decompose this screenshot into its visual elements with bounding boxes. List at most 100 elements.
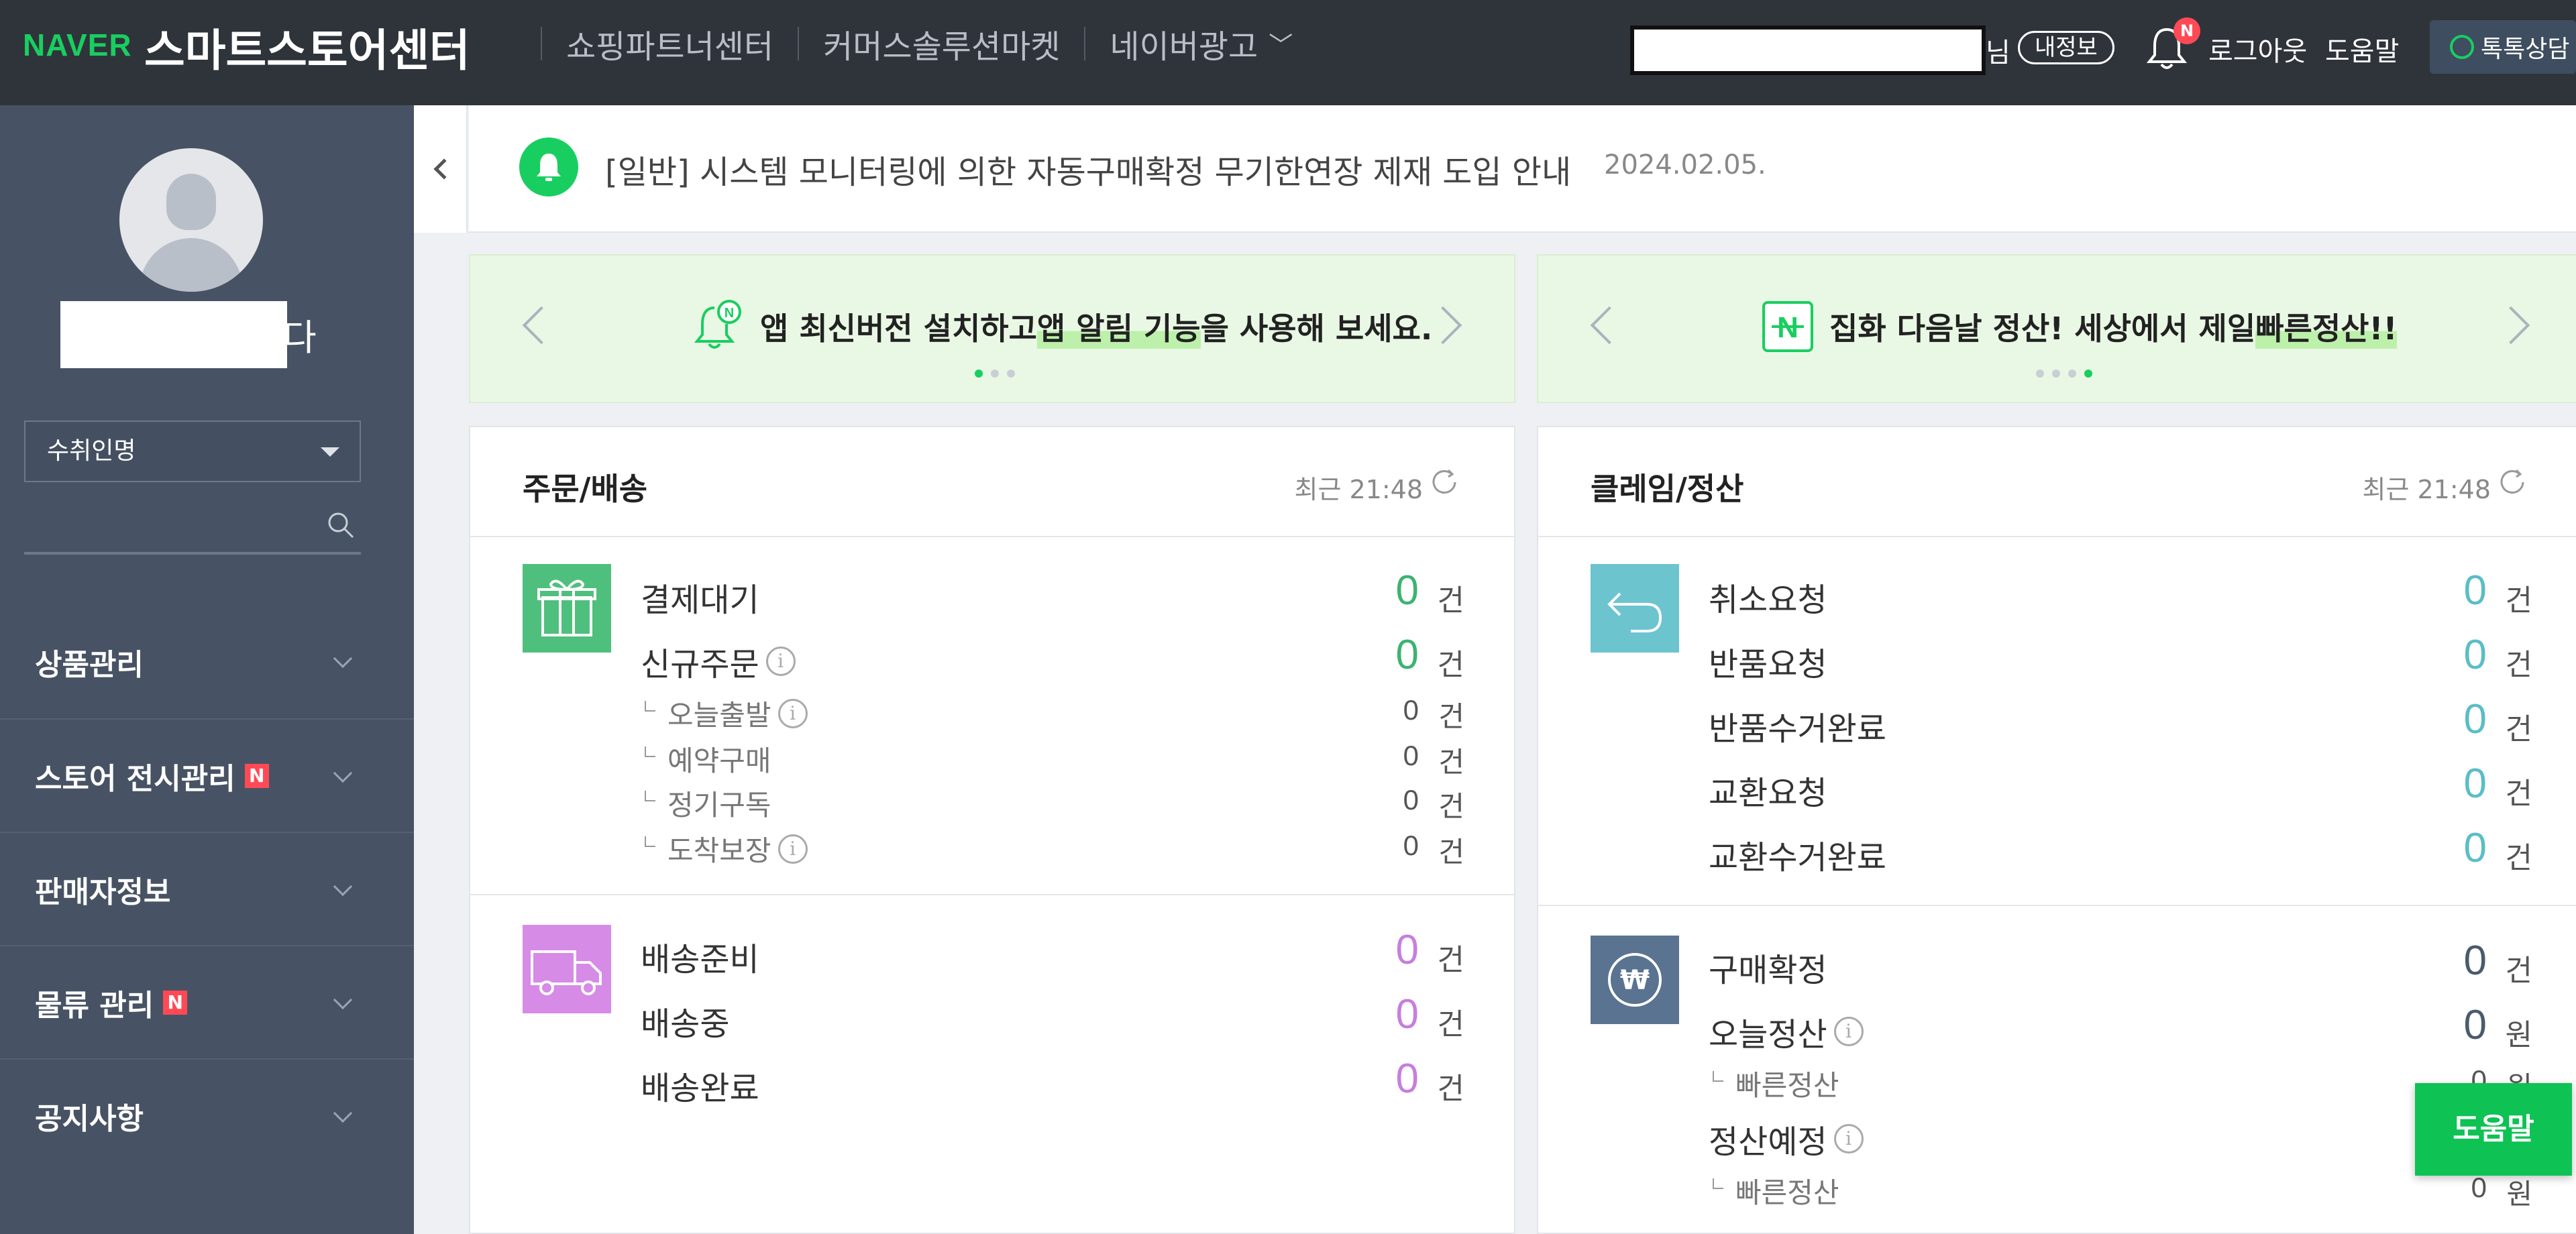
stat-value[interactable]: 0 <box>2464 937 2487 985</box>
pagination-dot[interactable] <box>975 370 983 378</box>
stat-row-ready[interactable]: 배송준비 0 건 <box>641 926 1464 980</box>
search-type-select[interactable]: 수취인명 <box>24 420 361 482</box>
stat-row-exchange-request[interactable]: 교환요청 0 건 <box>1709 760 2532 814</box>
collapse-sidebar-button[interactable] <box>414 105 468 233</box>
stat-value[interactable]: 0 <box>2464 631 2487 679</box>
stat-value[interactable]: 0 <box>1396 631 1419 679</box>
promo-banner-app[interactable]: N 앱 최신버전 설치하고 앱 알림 기능 을 사용해 보세요. <box>469 254 1515 403</box>
stat-unit: 건 <box>2505 648 2532 682</box>
refresh-icon[interactable] <box>1428 466 1460 498</box>
app-title[interactable]: 스마트스토어센터 <box>144 15 470 79</box>
promo-banner-settlement[interactable]: N 집화 다음날 정산! 세상에서 제일 빠른정산!! <box>1537 254 2576 403</box>
stat-row-today-settlement[interactable]: 오늘정산 i 0 원 <box>1709 1001 2532 1055</box>
talktalk-button[interactable]: 톡톡상담 <box>2430 20 2576 74</box>
stat-unit: 건 <box>1438 790 1464 823</box>
banner-pagination <box>975 370 1015 378</box>
notice-title[interactable]: [일반] 시스템 모니터링에 의한 자동구매확정 무기한연장 제재 도입 안내 <box>605 146 1571 192</box>
stat-value[interactable]: 0 <box>1396 567 1419 614</box>
sidebar-item-store-display[interactable]: 스토어 전시관리 N <box>0 718 414 832</box>
stat-value[interactable]: 0 <box>1396 1055 1419 1103</box>
stat-value[interactable]: 0 <box>2464 695 2487 743</box>
stat-unit: 건 <box>2505 583 2532 618</box>
nav-shopping-partner[interactable]: 쇼핑파트너센터 <box>566 20 773 67</box>
sidebar-item-notices[interactable]: 공지사항 <box>0 1058 414 1172</box>
stat-row-fast-settlement[interactable]: 빠른정산 0 원 <box>1709 1056 2532 1110</box>
logout-link[interactable]: 로그아웃 <box>2208 30 2307 68</box>
stat-value[interactable]: 0 <box>2471 1172 2487 1204</box>
stat-value[interactable]: 0 <box>1403 740 1419 772</box>
sidebar-item-seller-info[interactable]: 판매자정보 <box>0 832 414 945</box>
user-name-redacted <box>1630 25 1986 75</box>
chevron-down-icon <box>333 763 353 783</box>
stat-value[interactable]: 0 <box>2464 567 2487 614</box>
my-info-button[interactable]: 내정보 <box>2018 31 2114 64</box>
info-icon[interactable]: i <box>777 834 808 864</box>
nav-naver-ads[interactable]: 네이버광고 <box>1110 20 1258 67</box>
pagination-dot[interactable] <box>2036 370 2044 378</box>
avatar <box>119 148 263 292</box>
stat-label: 배송완료 <box>641 1070 759 1107</box>
stat-label-group: 도착보장 i <box>641 828 808 869</box>
stat-label: 결제대기 <box>641 581 759 619</box>
naver-logo[interactable]: NAVER <box>23 27 132 63</box>
stat-unit: 원 <box>2506 1178 2532 1211</box>
gift-icon <box>523 564 611 653</box>
stat-row-purchase-confirmed[interactable]: 구매확정 0 건 <box>1709 937 2532 991</box>
stat-value[interactable]: 0 <box>1403 694 1419 726</box>
stat-row-shipping[interactable]: 배송중 0 건 <box>641 991 1464 1044</box>
sidebar-item-label: 상품관리 <box>35 647 144 682</box>
card-header: 주문/배송 최근 21:48 <box>470 427 1514 537</box>
stat-row-fast-settlement-expected[interactable]: 빠른정산 0 원 <box>1709 1164 2532 1217</box>
pagination-dot[interactable] <box>2052 370 2060 378</box>
stat-label-group: 오늘출발 i <box>641 693 808 734</box>
stat-row-new-order[interactable]: 신규주문 i 0 건 <box>641 631 1464 685</box>
info-icon[interactable]: i <box>1833 1017 1864 1046</box>
chevron-right-icon[interactable] <box>2491 306 2530 345</box>
refresh-icon[interactable] <box>2496 466 2528 498</box>
banner-post: 을 사용해 보세요. <box>1200 311 1433 347</box>
sidebar-item-logistics[interactable]: 물류 관리 N <box>0 945 414 1058</box>
stat-row-payment-pending[interactable]: 결제대기 0 건 <box>641 567 1464 620</box>
stat-row-return-collected[interactable]: 반품수거완료 0 건 <box>1709 695 2532 749</box>
banner-highlight: 앱 알림 기능 <box>1036 304 1201 349</box>
search-icon[interactable] <box>326 510 356 540</box>
stat-value[interactable]: 0 <box>1403 830 1419 862</box>
info-icon[interactable]: i <box>765 647 796 676</box>
chevron-down-icon <box>333 1103 353 1123</box>
stat-label-group: 오늘정산 i <box>1709 1008 1864 1055</box>
help-link[interactable]: 도움말 <box>2325 30 2399 68</box>
info-icon[interactable]: i <box>1833 1124 1864 1154</box>
pagination-dot[interactable] <box>2068 370 2076 378</box>
pagination-dot[interactable] <box>1007 370 1015 378</box>
stat-unit: 건 <box>2505 777 2532 811</box>
chevron-left-icon[interactable] <box>1590 306 1629 345</box>
chevron-down-icon <box>333 990 353 1010</box>
stat-label: 예약구매 <box>641 738 771 779</box>
stat-row-return-request[interactable]: 반품요청 0 건 <box>1709 631 2532 685</box>
stat-value[interactable]: 0 <box>1403 784 1419 816</box>
stat-label: 반품수거완료 <box>1709 710 1886 748</box>
floating-help-button[interactable]: 도움말 <box>2415 1083 2572 1176</box>
stat-value[interactable]: 0 <box>2464 824 2487 872</box>
notice-bar[interactable]: [일반] 시스템 모니터링에 의한 자동구매확정 무기한연장 제재 도입 안내 … <box>469 105 2576 233</box>
search-input[interactable] <box>24 501 361 555</box>
info-icon[interactable]: i <box>777 698 808 728</box>
stat-value[interactable]: 0 <box>2464 760 2487 807</box>
chevron-down-icon[interactable]: ﹀ <box>1269 26 1293 61</box>
pagination-dot[interactable] <box>2084 370 2092 378</box>
nav-commerce-solution[interactable]: 커머스솔루션마켓 <box>823 20 1060 67</box>
caret-down-icon <box>321 447 339 457</box>
sidebar-item-products[interactable]: 상품관리 <box>0 605 414 718</box>
stat-row-arrival-guarantee[interactable]: 도착보장 i 0 건 <box>641 822 1464 875</box>
stat-row-expected-settlement[interactable]: 정산예정i 0 원 <box>1709 1109 2532 1162</box>
pagination-dot[interactable] <box>991 370 999 378</box>
stat-row-delivered[interactable]: 배송완료 0 건 <box>641 1055 1464 1109</box>
stat-row-cancel-request[interactable]: 취소요청 0 건 <box>1709 567 2532 620</box>
stat-value[interactable]: 0 <box>1396 926 1419 974</box>
stat-value[interactable]: 0 <box>1396 991 1419 1038</box>
chevron-left-icon[interactable] <box>522 306 561 345</box>
stat-row-exchange-collected[interactable]: 교환수거완료 0 건 <box>1709 824 2532 878</box>
stat-value[interactable]: 0 <box>2464 1001 2487 1049</box>
stat-unit: 원 <box>2505 1018 2532 1052</box>
top-bar: NAVER 스마트스토어센터 쇼핑파트너센터 커머스솔루션마켓 네이버광고 ﹀ … <box>0 0 2576 105</box>
